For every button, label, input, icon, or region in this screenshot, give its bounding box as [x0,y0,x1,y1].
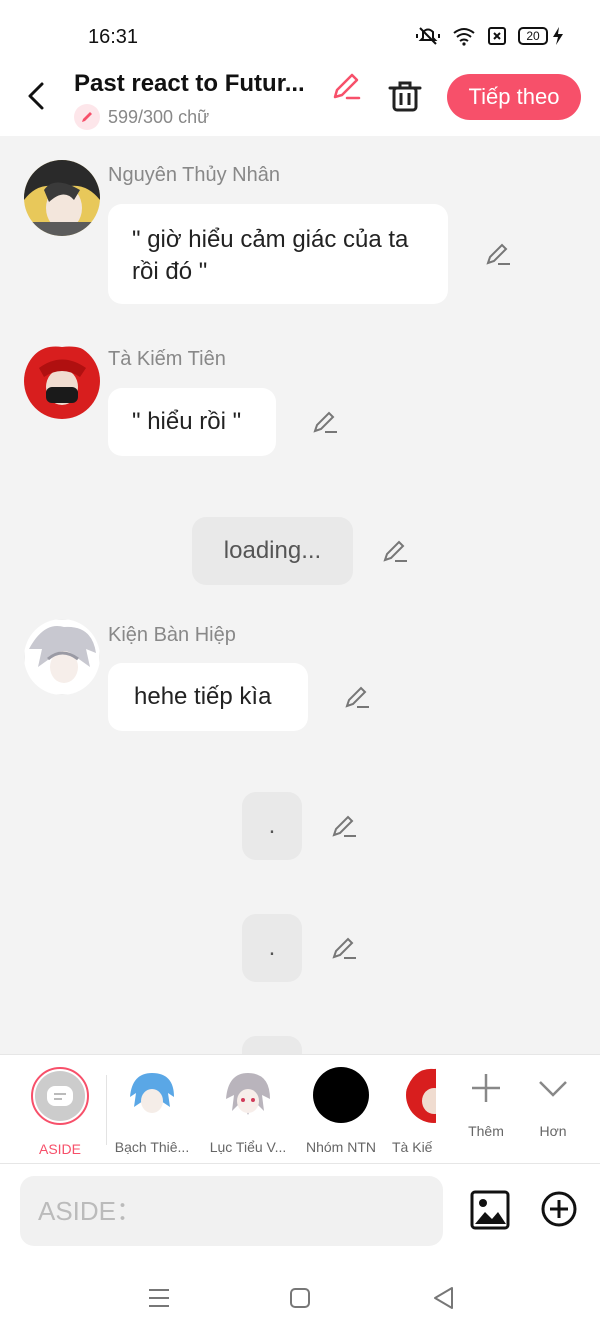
message-bubble[interactable]: hehe tiếp kìa [108,663,308,731]
menu-icon[interactable] [145,1284,173,1312]
edit-message-icon[interactable] [311,408,339,436]
mute-vibrate-icon [416,27,440,45]
image-icon[interactable] [470,1190,510,1230]
character-avatar [124,1067,180,1123]
avatar-kien-ban-hiep[interactable] [24,619,100,695]
message-input[interactable]: ASIDE： [20,1176,443,1246]
system-nav-bar [0,1264,600,1333]
story-title: Past react to Futur... [74,70,305,97]
message-bubble[interactable]: " hiểu rồi " [108,388,276,456]
battery-indicator: 20 [518,27,564,45]
battery-level: 20 [518,27,548,45]
edit-message-icon[interactable] [330,812,358,840]
character-label: Nhóm NTN [305,1139,376,1155]
delete-button[interactable] [388,78,422,114]
chevron-left-icon [28,82,44,110]
no-sim-icon [488,27,506,45]
edit-title-button[interactable] [330,70,362,102]
divider [106,1075,107,1145]
edit-message-icon[interactable] [343,683,371,711]
sender-name: Tà Kiếm Tiên [108,348,226,370]
add-character-button[interactable]: Thêm [458,1071,514,1139]
status-time: 16:31 [88,26,139,48]
home-icon[interactable] [286,1284,314,1312]
character-aside[interactable]: ASIDE [20,1067,100,1157]
message-bubble[interactable]: " giờ hiểu cảm giác của ta rồi đó " [108,204,448,304]
more-button[interactable]: Hơn [526,1071,580,1139]
sender-name: Nguyên Thủy Nhân [108,164,280,186]
plus-icon [472,1074,500,1102]
character-avatar [406,1067,436,1123]
pencil-icon [333,73,361,100]
charging-icon [553,27,563,45]
status-icons: 20 [416,26,564,46]
chevron-down-icon [539,1081,567,1097]
word-count-row: 599/300 chữ [74,104,209,130]
story-header: Past react to Futur... 599/300 chữ Tiếp … [0,68,600,136]
wifi-icon [453,28,475,46]
edit-message-icon[interactable] [381,537,409,565]
speech-bubble-icon [47,1086,73,1106]
input-area: ASIDE： [0,1164,600,1264]
character-label: ASIDE [38,1141,81,1157]
back-nav-icon[interactable] [430,1284,458,1312]
pencil-badge-icon [74,104,100,130]
avatar-nguyen-thuy-nhan[interactable] [24,160,100,236]
chat-area[interactable]: Nguyên Thủy Nhân " giờ hiểu cảm giác của… [0,136,600,1054]
character-label: Bạch Thiê... [114,1139,190,1155]
character-avatar [220,1067,276,1123]
more-label: Hơn [539,1123,567,1139]
character-ta-kiem[interactable]: Tà Kiế [392,1067,436,1155]
edit-message-icon[interactable] [484,240,512,268]
word-count: 599/300 chữ [108,106,210,127]
back-button[interactable] [22,78,52,114]
narration-bubble-partial[interactable] [242,1036,302,1054]
status-bar: 16:31 20 [0,0,600,68]
sender-name: Kiện Bàn Hiệp [108,624,236,646]
avatar-ta-kiem-tien[interactable] [24,343,100,419]
character-label: Tà Kiế [392,1139,433,1155]
character-label: Lục Tiểu V... [209,1139,287,1155]
aside-avatar [31,1067,89,1125]
narration-bubble[interactable]: loading... [192,517,353,585]
edit-message-icon[interactable] [330,934,358,962]
character-nhom-ntn[interactable]: Nhóm NTN [300,1067,382,1155]
add-label: Thêm [468,1123,504,1139]
narration-bubble[interactable]: . [242,792,302,860]
character-bach-thien[interactable]: Bạch Thiê... [112,1067,192,1155]
narration-bubble[interactable]: . [242,914,302,982]
next-button[interactable]: Tiếp theo [447,74,581,120]
plus-circle-icon[interactable] [540,1190,578,1228]
character-luc-tieu-v[interactable]: Lục Tiểu V... [206,1067,290,1155]
character-bar: ASIDE Bạch Thiê... Lục Tiểu V... Nhóm NT… [0,1054,600,1164]
character-avatar [313,1067,369,1123]
trash-icon [388,81,422,112]
